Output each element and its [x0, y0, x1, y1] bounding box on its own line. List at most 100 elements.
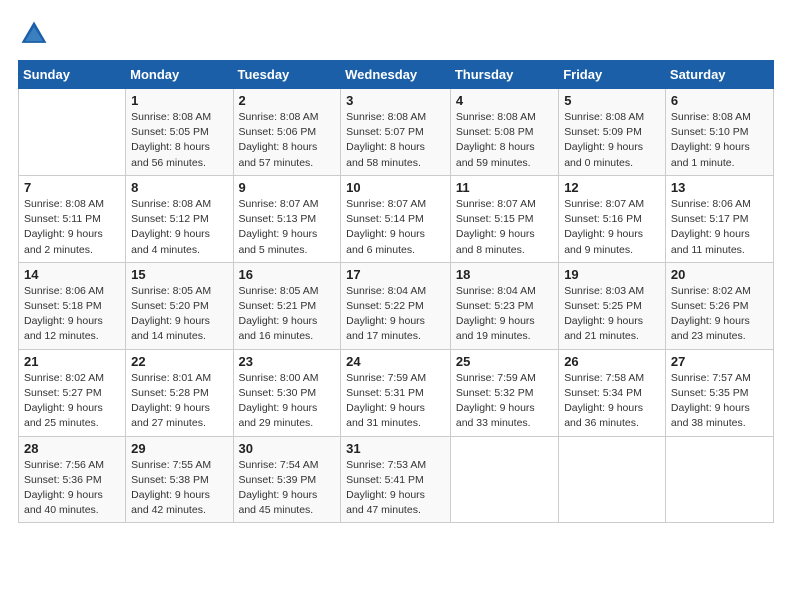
calendar-cell [19, 89, 126, 176]
page: SundayMondayTuesdayWednesdayThursdayFrid… [0, 0, 792, 612]
day-info: Sunrise: 7:58 AM Sunset: 5:34 PM Dayligh… [564, 371, 660, 432]
day-info: Sunrise: 8:08 AM Sunset: 5:10 PM Dayligh… [671, 110, 768, 171]
logo [18, 18, 54, 50]
day-number: 29 [131, 441, 227, 456]
calendar-cell: 26 Sunrise: 7:58 AM Sunset: 5:34 PM Dayli… [559, 349, 666, 436]
day-info: Sunrise: 8:08 AM Sunset: 5:05 PM Dayligh… [131, 110, 227, 171]
day-number: 17 [346, 267, 445, 282]
calendar-cell: 15Sunrise: 8:05 AM Sunset: 5:20 PM Dayli… [126, 262, 233, 349]
day-info: Sunrise: 7:53 AM Sunset: 5:41 PM Dayligh… [346, 458, 445, 519]
calendar-week-1: 1Sunrise: 8:08 AM Sunset: 5:05 PM Daylig… [19, 89, 774, 176]
calendar-cell: 24 Sunrise: 7:59 AM Sunset: 5:31 PM Dayli… [341, 349, 451, 436]
day-info: Sunrise: 8:05 AM Sunset: 5:21 PM Dayligh… [239, 284, 336, 345]
day-info: Sunrise: 8:07 AM Sunset: 5:14 PM Dayligh… [346, 197, 445, 258]
header [18, 18, 774, 50]
calendar-cell: 2 Sunrise: 8:08 AM Sunset: 5:06 PM Daylig… [233, 89, 341, 176]
calendar-cell: 23Sunrise: 8:00 AM Sunset: 5:30 PM Dayli… [233, 349, 341, 436]
day-info: Sunrise: 8:08 AM Sunset: 5:11 PM Dayligh… [24, 197, 120, 258]
calendar-cell: 11Sunrise: 8:07 AM Sunset: 5:15 PM Dayli… [450, 175, 558, 262]
day-number: 14 [24, 267, 120, 282]
calendar-cell: 14 Sunrise: 8:06 AM Sunset: 5:18 PM Dayli… [19, 262, 126, 349]
day-info: Sunrise: 8:08 AM Sunset: 5:09 PM Dayligh… [564, 110, 660, 171]
calendar-cell: 25 Sunrise: 7:59 AM Sunset: 5:32 PM Dayli… [450, 349, 558, 436]
day-number: 19 [564, 267, 660, 282]
calendar-cell: 4Sunrise: 8:08 AM Sunset: 5:08 PM Daylig… [450, 89, 558, 176]
day-info: Sunrise: 8:02 AM Sunset: 5:26 PM Dayligh… [671, 284, 768, 345]
weekday-header-thursday: Thursday [450, 61, 558, 89]
calendar-cell [559, 436, 666, 523]
calendar-header-row: SundayMondayTuesdayWednesdayThursdayFrid… [19, 61, 774, 89]
day-number: 25 [456, 354, 553, 369]
day-number: 8 [131, 180, 227, 195]
weekday-header-sunday: Sunday [19, 61, 126, 89]
day-info: Sunrise: 8:01 AM Sunset: 5:28 PM Dayligh… [131, 371, 227, 432]
weekday-header-tuesday: Tuesday [233, 61, 341, 89]
day-number: 3 [346, 93, 445, 108]
day-info: Sunrise: 7:56 AM Sunset: 5:36 PM Dayligh… [24, 458, 120, 519]
day-info: Sunrise: 7:55 AM Sunset: 5:38 PM Dayligh… [131, 458, 227, 519]
day-info: Sunrise: 7:57 AM Sunset: 5:35 PM Dayligh… [671, 371, 768, 432]
day-number: 27 [671, 354, 768, 369]
day-info: Sunrise: 7:59 AM Sunset: 5:32 PM Dayligh… [456, 371, 553, 432]
day-info: Sunrise: 8:07 AM Sunset: 5:16 PM Dayligh… [564, 197, 660, 258]
logo-icon [18, 18, 50, 50]
calendar-week-4: 21 Sunrise: 8:02 AM Sunset: 5:27 PM Dayli… [19, 349, 774, 436]
calendar-cell: 5 Sunrise: 8:08 AM Sunset: 5:09 PM Daylig… [559, 89, 666, 176]
day-info: Sunrise: 8:07 AM Sunset: 5:13 PM Dayligh… [239, 197, 336, 258]
day-number: 24 [346, 354, 445, 369]
calendar-cell: 10 Sunrise: 8:07 AM Sunset: 5:14 PM Dayli… [341, 175, 451, 262]
calendar-cell: 30 Sunrise: 7:54 AM Sunset: 5:39 PM Dayli… [233, 436, 341, 523]
calendar-cell: 7Sunrise: 8:08 AM Sunset: 5:11 PM Daylig… [19, 175, 126, 262]
calendar-cell: 31 Sunrise: 7:53 AM Sunset: 5:41 PM Dayli… [341, 436, 451, 523]
weekday-header-monday: Monday [126, 61, 233, 89]
calendar-week-2: 7Sunrise: 8:08 AM Sunset: 5:11 PM Daylig… [19, 175, 774, 262]
day-info: Sunrise: 8:03 AM Sunset: 5:25 PM Dayligh… [564, 284, 660, 345]
day-info: Sunrise: 8:00 AM Sunset: 5:30 PM Dayligh… [239, 371, 336, 432]
calendar-cell: 28 Sunrise: 7:56 AM Sunset: 5:36 PM Dayli… [19, 436, 126, 523]
calendar-week-5: 28 Sunrise: 7:56 AM Sunset: 5:36 PM Dayli… [19, 436, 774, 523]
day-number: 26 [564, 354, 660, 369]
calendar-cell: 1Sunrise: 8:08 AM Sunset: 5:05 PM Daylig… [126, 89, 233, 176]
calendar-cell [665, 436, 773, 523]
day-info: Sunrise: 8:06 AM Sunset: 5:17 PM Dayligh… [671, 197, 768, 258]
day-info: Sunrise: 8:07 AM Sunset: 5:15 PM Dayligh… [456, 197, 553, 258]
calendar-cell: 22 Sunrise: 8:01 AM Sunset: 5:28 PM Dayli… [126, 349, 233, 436]
day-number: 4 [456, 93, 553, 108]
calendar-cell: 18Sunrise: 8:04 AM Sunset: 5:23 PM Dayli… [450, 262, 558, 349]
calendar-body: 1Sunrise: 8:08 AM Sunset: 5:05 PM Daylig… [19, 89, 774, 523]
calendar-cell: 8 Sunrise: 8:08 AM Sunset: 5:12 PM Daylig… [126, 175, 233, 262]
day-info: Sunrise: 8:08 AM Sunset: 5:06 PM Dayligh… [239, 110, 336, 171]
day-number: 18 [456, 267, 553, 282]
calendar-cell: 13 Sunrise: 8:06 AM Sunset: 5:17 PM Dayli… [665, 175, 773, 262]
day-info: Sunrise: 8:08 AM Sunset: 5:12 PM Dayligh… [131, 197, 227, 258]
weekday-header-friday: Friday [559, 61, 666, 89]
day-number: 31 [346, 441, 445, 456]
day-number: 28 [24, 441, 120, 456]
day-number: 13 [671, 180, 768, 195]
calendar-cell: 20 Sunrise: 8:02 AM Sunset: 5:26 PM Dayli… [665, 262, 773, 349]
calendar-cell: 19 Sunrise: 8:03 AM Sunset: 5:25 PM Dayli… [559, 262, 666, 349]
day-number: 15 [131, 267, 227, 282]
day-number: 6 [671, 93, 768, 108]
day-number: 16 [239, 267, 336, 282]
day-info: Sunrise: 8:06 AM Sunset: 5:18 PM Dayligh… [24, 284, 120, 345]
day-number: 2 [239, 93, 336, 108]
day-info: Sunrise: 7:59 AM Sunset: 5:31 PM Dayligh… [346, 371, 445, 432]
day-number: 30 [239, 441, 336, 456]
calendar-week-3: 14 Sunrise: 8:06 AM Sunset: 5:18 PM Dayli… [19, 262, 774, 349]
calendar-cell: 21 Sunrise: 8:02 AM Sunset: 5:27 PM Dayli… [19, 349, 126, 436]
day-number: 5 [564, 93, 660, 108]
day-number: 10 [346, 180, 445, 195]
calendar-cell [450, 436, 558, 523]
calendar-cell: 29 Sunrise: 7:55 AM Sunset: 5:38 PM Dayli… [126, 436, 233, 523]
calendar-cell: 27 Sunrise: 7:57 AM Sunset: 5:35 PM Dayli… [665, 349, 773, 436]
day-number: 20 [671, 267, 768, 282]
day-info: Sunrise: 8:08 AM Sunset: 5:07 PM Dayligh… [346, 110, 445, 171]
day-info: Sunrise: 8:02 AM Sunset: 5:27 PM Dayligh… [24, 371, 120, 432]
day-number: 21 [24, 354, 120, 369]
calendar-cell: 16 Sunrise: 8:05 AM Sunset: 5:21 PM Dayli… [233, 262, 341, 349]
day-number: 22 [131, 354, 227, 369]
day-info: Sunrise: 7:54 AM Sunset: 5:39 PM Dayligh… [239, 458, 336, 519]
calendar-cell: 12Sunrise: 8:07 AM Sunset: 5:16 PM Dayli… [559, 175, 666, 262]
calendar-table: SundayMondayTuesdayWednesdayThursdayFrid… [18, 60, 774, 523]
